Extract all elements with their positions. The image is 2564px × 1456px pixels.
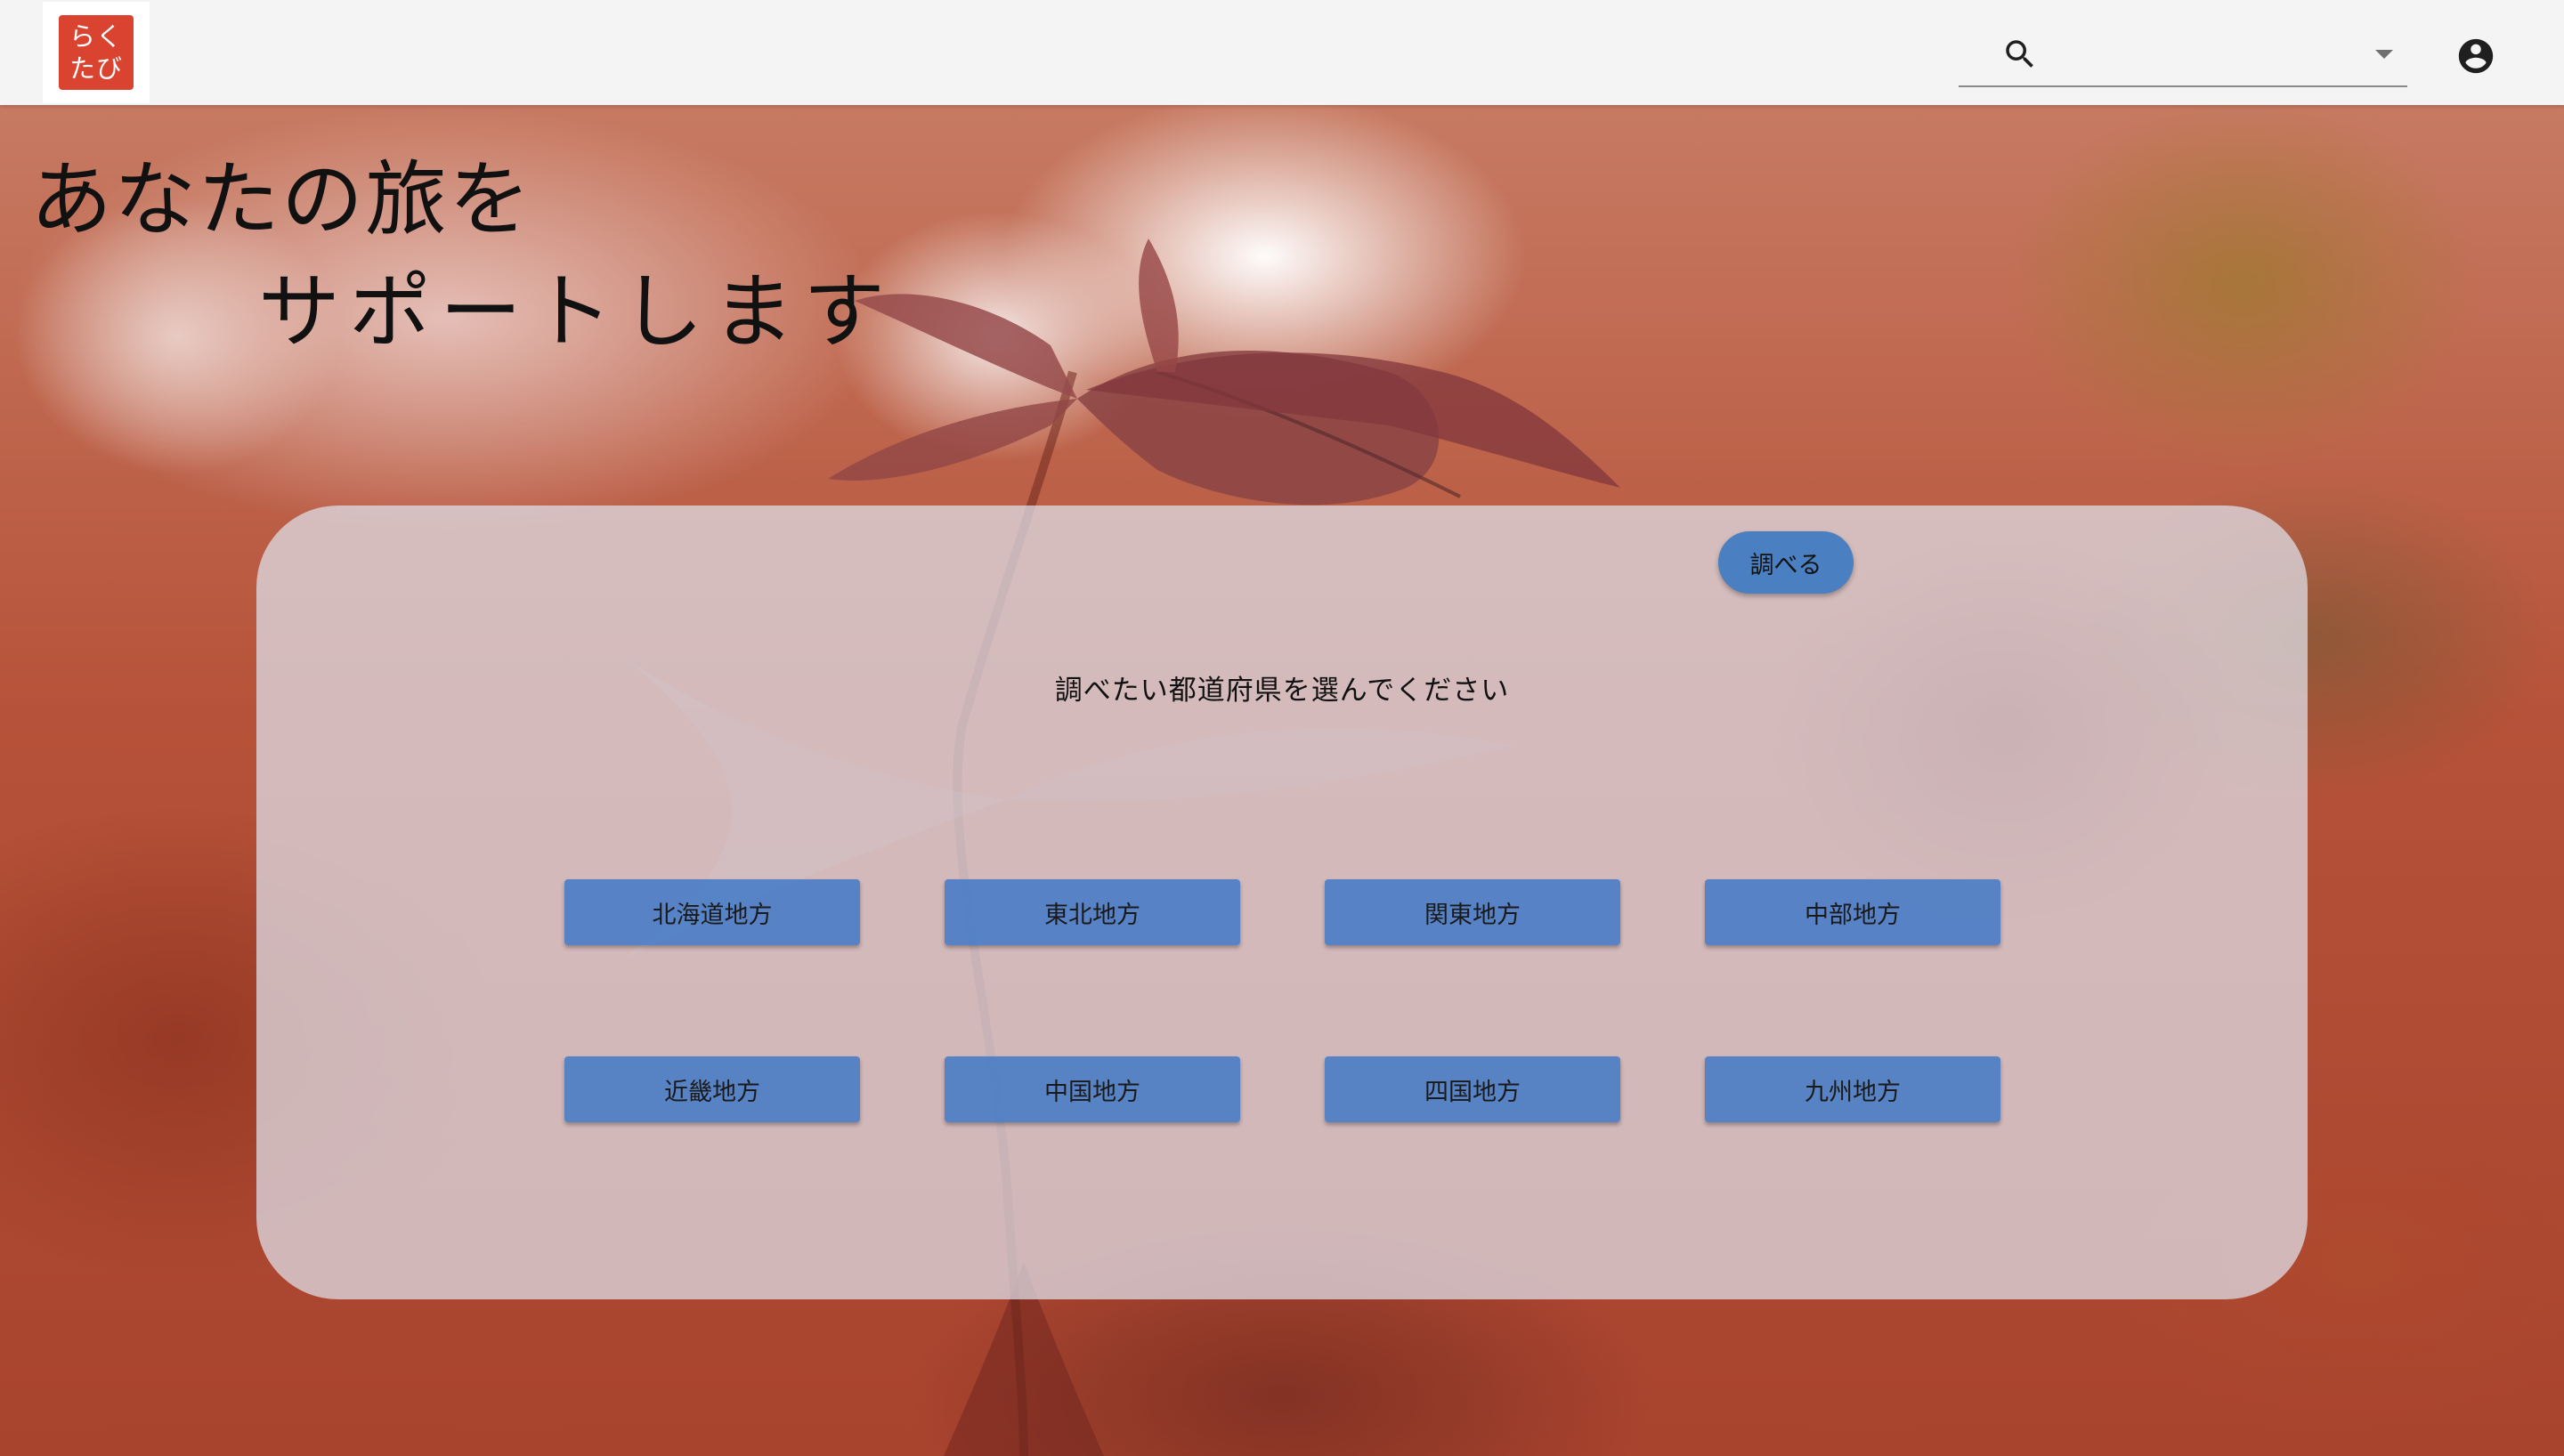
search-button[interactable]: 調べる [1718, 531, 1854, 594]
region-button-kyushu[interactable]: 九州地方 [1705, 1056, 2000, 1122]
region-button-hokkaido[interactable]: 北海道地方 [564, 879, 860, 945]
hero-heading-line2: サポートします [258, 264, 895, 360]
search-field[interactable] [1959, 25, 2407, 87]
region-button-tohoku[interactable]: 東北地方 [945, 879, 1240, 945]
hero-heading-line1: あなたの旅を [30, 152, 533, 247]
region-button-shikoku[interactable]: 四国地方 [1325, 1056, 1620, 1122]
dropdown-arrow-icon[interactable] [2375, 50, 2393, 59]
top-app-bar: らく たび [0, 0, 2564, 105]
search-icon [2006, 40, 2033, 68]
region-button-chugoku[interactable]: 中国地方 [945, 1056, 1240, 1122]
account-circle-icon[interactable] [2455, 36, 2496, 77]
search-input[interactable] [2048, 34, 2354, 75]
app-logo[interactable]: らく たび [43, 2, 150, 103]
region-selection-panel: 調べる 調べたい都道府県を選んでください 北海道地方 東北地方 関東地方 中部地… [256, 506, 2308, 1299]
instruction-text: 調べたい都道府県を選んでください [1054, 675, 1510, 707]
logo-mark: らく たび [59, 15, 134, 90]
logo-text-line2: たび [69, 53, 123, 84]
region-button-kinki[interactable]: 近畿地方 [564, 1056, 860, 1122]
page: らく たび あなたの旅を サポートします 調べる 調べたい都道府県を選んでくださ… [0, 0, 2564, 1456]
region-button-kanto[interactable]: 関東地方 [1325, 879, 1620, 945]
logo-text-line1: らく [69, 21, 123, 52]
region-button-chubu[interactable]: 中部地方 [1705, 879, 2000, 945]
